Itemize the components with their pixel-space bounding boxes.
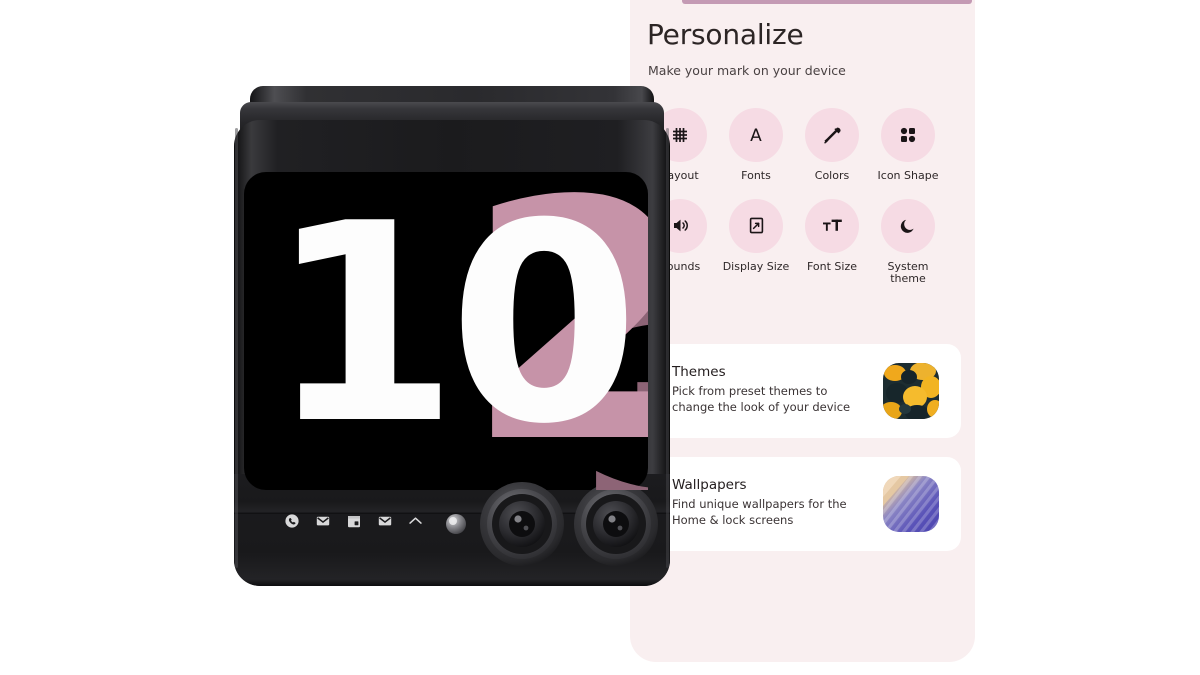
- cover-screen-clock: 3 2 10: [244, 172, 648, 490]
- quick-setting-label: Display Size: [722, 259, 790, 273]
- quick-setting-fonts[interactable]: A Fonts: [718, 108, 794, 183]
- quick-setting-label: Icon Shape: [877, 169, 939, 182]
- quick-setting-label: Font Size: [806, 259, 858, 273]
- font-size-tt-icon: [805, 198, 859, 253]
- wallpapers-card-text: Wallpapers Find unique wallpapers for th…: [672, 477, 872, 528]
- page-title: Personalize: [647, 18, 804, 51]
- quick-setting-font-size[interactable]: Font Size: [794, 198, 870, 286]
- eyedropper-icon: [805, 108, 859, 162]
- clock-digit-10: 10: [268, 172, 639, 484]
- quick-settings-row-1: Layout A Fonts Colors Icon Shape: [642, 108, 962, 183]
- chevron-up-icon[interactable]: [408, 513, 423, 528]
- screenshot-root: Personalize Make your mark on your devic…: [0, 0, 1200, 675]
- phone-icon[interactable]: [284, 513, 299, 528]
- personalize-panel: Personalize Make your mark on your devic…: [630, 0, 975, 662]
- themes-card[interactable]: Themes Pick from preset themes to change…: [645, 344, 961, 438]
- cover-screen-app-shortcuts: [284, 513, 423, 528]
- wallpapers-card[interactable]: Wallpapers Find unique wallpapers for th…: [645, 457, 961, 551]
- four-shapes-icon: [881, 108, 935, 162]
- panel-accent-bar: [682, 0, 972, 4]
- wallpapers-card-title: Wallpapers: [672, 477, 747, 493]
- quick-setting-colors[interactable]: Colors: [794, 108, 870, 183]
- quick-setting-label: Colors: [814, 169, 850, 182]
- mail-icon[interactable]: [315, 513, 330, 528]
- quick-setting-display-size[interactable]: Display Size: [718, 198, 794, 286]
- quick-setting-label: System theme: [887, 259, 929, 285]
- diagonal-blue-stripes-thumbnail: [883, 476, 939, 532]
- themes-card-text: Themes Pick from preset themes to change…: [672, 364, 872, 415]
- wallpapers-card-description: Find unique wallpapers for the Home & lo…: [672, 497, 847, 527]
- themes-card-title: Themes: [672, 364, 726, 380]
- quick-settings-row-2: Sounds Display Size Font Size System the…: [642, 198, 962, 286]
- quick-setting-icon-shape[interactable]: Icon Shape: [870, 108, 946, 183]
- letter-a-icon: A: [729, 108, 783, 162]
- quick-setting-label: Fonts: [741, 169, 771, 182]
- mail-icon[interactable]: [377, 513, 392, 528]
- page-subtitle: Make your mark on your device: [648, 63, 846, 78]
- svg-text:A: A: [750, 126, 762, 145]
- themes-card-description: Pick from preset themes to change the lo…: [672, 384, 851, 414]
- abstract-yellow-teal-thumbnail: [883, 363, 939, 419]
- calendar-icon[interactable]: [346, 513, 361, 528]
- crescent-moon-icon: [881, 198, 935, 253]
- folded-phone-device: 3 2 10: [232, 84, 672, 596]
- display-resize-icon: [729, 198, 783, 253]
- quick-setting-system-theme[interactable]: System theme: [870, 198, 946, 286]
- quick-settings-grid: Layout A Fonts Colors Icon Shape Sounds …: [642, 108, 962, 286]
